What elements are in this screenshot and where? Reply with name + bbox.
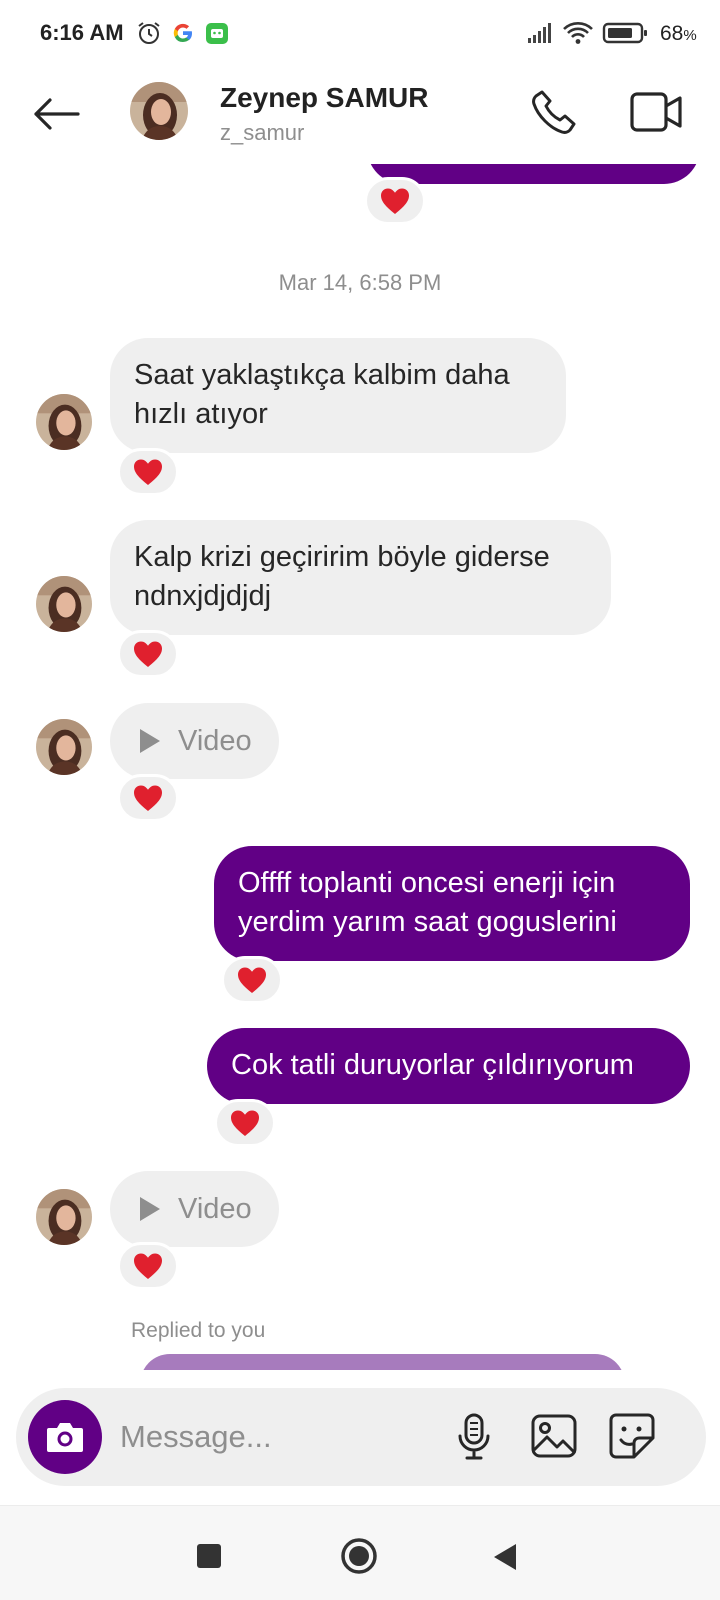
phone-icon[interactable]	[528, 86, 580, 138]
replied-label: Replied to you	[131, 1319, 266, 1342]
sticker-icon[interactable]	[606, 1410, 658, 1462]
camera-icon	[47, 1423, 83, 1452]
sender-avatar[interactable]	[36, 1189, 92, 1245]
contact-name[interactable]: Zeynep SAMUR	[220, 82, 428, 114]
outgoing-message[interactable]: Cok tatli duruyorlar çıldırıyorum	[207, 1028, 690, 1104]
recents-button[interactable]	[197, 1544, 221, 1568]
avatar-photo-icon	[36, 719, 92, 775]
play-icon	[140, 1197, 160, 1221]
battery-icon	[602, 22, 647, 44]
heart-icon	[231, 1110, 259, 1136]
avatar-photo-icon	[36, 394, 92, 450]
previous-outgoing-bubble[interactable]	[367, 164, 700, 184]
reaction-badge[interactable]	[117, 448, 179, 496]
chat-header: Zeynep SAMUR z_samur	[0, 68, 720, 164]
gallery-icon[interactable]	[528, 1410, 580, 1462]
camera-button[interactable]	[28, 1400, 102, 1474]
system-navigation-bar	[0, 1505, 720, 1600]
incoming-message[interactable]: Kalp krizi geçiririm böyle giderse ndnxj…	[110, 520, 611, 635]
battery-percent: 68%	[660, 22, 697, 45]
heart-icon	[134, 641, 162, 667]
status-time: 6:16 AM	[40, 20, 124, 45]
incoming-video-message[interactable]: Video	[110, 703, 279, 779]
thread-timestamp: Mar 14, 6:58 PM	[278, 270, 442, 295]
video-camera-icon[interactable]	[628, 86, 684, 138]
outgoing-message[interactable]: Offff toplanti oncesi enerji için yerdim…	[214, 846, 690, 961]
heart-icon	[134, 459, 162, 485]
reaction-badge[interactable]	[117, 774, 179, 822]
contact-username: z_samur	[220, 120, 305, 145]
message-thread[interactable]: Mar 14, 6:58 PM Saat yaklaştıkça kalbim …	[0, 164, 720, 1370]
message-composer	[16, 1388, 706, 1486]
status-bar: 6:16 AM 68%	[0, 0, 720, 68]
reaction-badge[interactable]	[364, 177, 426, 225]
sender-avatar[interactable]	[36, 576, 92, 632]
avatar-photo-icon	[36, 1189, 92, 1245]
sender-avatar[interactable]	[36, 394, 92, 450]
reply-preview-bubble[interactable]	[140, 1354, 625, 1370]
reaction-badge[interactable]	[117, 1242, 179, 1290]
signal-icon	[528, 23, 551, 43]
incoming-message[interactable]: Saat yaklaştıkça kalbim daha hızlı atıyo…	[110, 338, 566, 453]
app-notification-icon	[206, 23, 228, 44]
heart-icon	[134, 1253, 162, 1279]
avatar-photo-icon	[130, 82, 188, 140]
back-arrow-icon[interactable]	[28, 90, 84, 138]
avatar-photo-icon	[36, 576, 92, 632]
alarm-icon	[138, 22, 160, 44]
message-input[interactable]	[120, 1413, 440, 1461]
play-icon	[140, 729, 160, 753]
wifi-icon	[563, 22, 593, 44]
reaction-badge[interactable]	[221, 956, 283, 1004]
microphone-icon[interactable]	[448, 1410, 500, 1462]
incoming-video-message[interactable]: Video	[110, 1171, 279, 1247]
reaction-badge[interactable]	[117, 630, 179, 678]
contact-avatar[interactable]	[130, 82, 188, 140]
home-button[interactable]	[340, 1537, 378, 1575]
heart-icon	[381, 188, 409, 214]
video-label: Video	[178, 1192, 252, 1225]
reaction-badge[interactable]	[214, 1099, 276, 1147]
heart-icon	[238, 967, 266, 993]
heart-icon	[134, 785, 162, 811]
google-icon	[173, 23, 193, 43]
sender-avatar[interactable]	[36, 719, 92, 775]
system-back-button[interactable]	[492, 1542, 518, 1572]
video-label: Video	[178, 724, 252, 757]
